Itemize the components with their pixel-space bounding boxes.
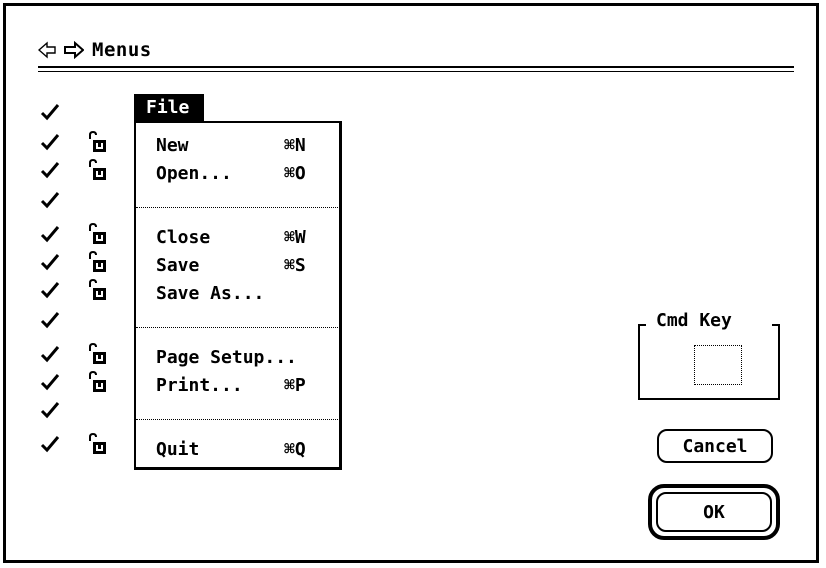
checkmark-icon[interactable] (40, 401, 60, 419)
checkmark-icon[interactable] (40, 161, 60, 179)
menu-title-file[interactable]: File (134, 94, 204, 121)
menu-item-status-row (40, 370, 106, 394)
menu-item-status-row (40, 158, 106, 182)
forward-arrow-icon[interactable] (58, 41, 84, 59)
cmd-key-label: Cmd Key (652, 310, 736, 331)
dialog-title: Menus (92, 39, 152, 61)
checkmark-icon[interactable] (40, 191, 60, 209)
dialog-titlebar: Menus (38, 36, 152, 64)
cancel-button[interactable]: Cancel (657, 429, 773, 463)
checkmark-icon[interactable] (40, 435, 60, 453)
menu-item-status-row (40, 342, 106, 366)
menu-item-status-row (40, 432, 106, 456)
unlocked-padlock-icon[interactable] (86, 158, 108, 181)
file-menu: New ⌘N Open... ⌘O Close ⌘W Save ⌘S Save As..… (134, 121, 342, 470)
menu-item-close[interactable]: Close ⌘W (156, 225, 340, 249)
menu-item-status-row (40, 130, 106, 154)
menu-separator (136, 327, 340, 328)
cmd-key-field[interactable] (694, 345, 742, 385)
dialog-window (3, 3, 819, 563)
unlocked-padlock-icon[interactable] (86, 130, 108, 153)
unlocked-padlock-icon[interactable] (86, 370, 108, 393)
title-rule (38, 66, 794, 68)
checkmark-icon[interactable] (40, 133, 60, 151)
menu-separator (136, 207, 340, 208)
menu-item-page-setup[interactable]: Page Setup... (156, 345, 340, 369)
menu-item-status-row (40, 398, 60, 422)
menu-item-status-row (40, 250, 106, 274)
menu-item-print[interactable]: Print... ⌘P (156, 373, 340, 397)
checkmark-icon[interactable] (40, 373, 60, 391)
menu-item-new[interactable]: New ⌘N (156, 133, 340, 157)
ok-button[interactable]: OK (656, 492, 772, 532)
checkmark-icon[interactable] (40, 311, 60, 329)
menu-item-save[interactable]: Save ⌘S (156, 253, 340, 277)
menu-item-status-row (40, 308, 60, 332)
unlocked-padlock-icon[interactable] (86, 222, 108, 245)
checkmark-icon[interactable] (40, 281, 60, 299)
menu-item-quit[interactable]: Quit ⌘Q (156, 437, 340, 461)
checkmark-icon[interactable] (40, 253, 60, 271)
unlocked-padlock-icon[interactable] (86, 432, 108, 455)
menu-item-status-row (40, 100, 60, 124)
unlocked-padlock-icon[interactable] (86, 342, 108, 365)
checkmark-icon[interactable] (40, 225, 60, 243)
menu-item-open[interactable]: Open... ⌘O (156, 161, 340, 185)
menu-item-status-row (40, 188, 60, 212)
checkmark-icon[interactable] (40, 103, 60, 121)
unlocked-padlock-icon[interactable] (86, 278, 108, 301)
checkmark-icon[interactable] (40, 345, 60, 363)
unlocked-padlock-icon[interactable] (86, 250, 108, 273)
menu-separator (136, 419, 340, 420)
title-rule-thin (38, 71, 794, 72)
menu-item-save-as[interactable]: Save As... (156, 281, 340, 305)
menu-item-status-row (40, 278, 106, 302)
menu-item-status-row (40, 222, 106, 246)
